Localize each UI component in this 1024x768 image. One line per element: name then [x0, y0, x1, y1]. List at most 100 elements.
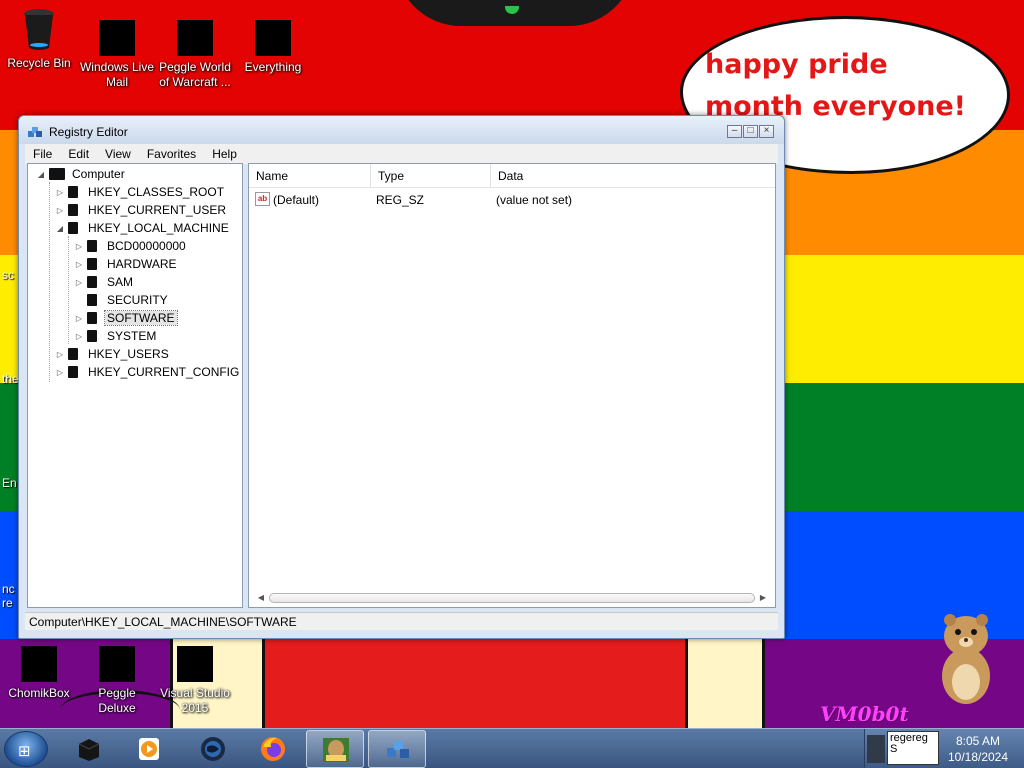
- tree-node-label: HKEY_LOCAL_MACHINE: [88, 221, 229, 235]
- start-button[interactable]: ⊞: [4, 731, 48, 767]
- tree-node-label: SAM: [107, 275, 134, 289]
- maximize-button[interactable]: □: [743, 125, 758, 138]
- folder-icon: [68, 348, 78, 360]
- taskbar-app-button-active[interactable]: [368, 730, 426, 768]
- chomikbox-desktop-icon[interactable]: ChomikBox: [0, 646, 78, 701]
- desktop-icon-label: Windows Live Mail: [79, 60, 155, 89]
- clock[interactable]: 8:05 AM 10/18/2024: [940, 733, 1016, 765]
- desktop-icon-label: Peggle Deluxe: [98, 686, 136, 715]
- taskbar-app-button[interactable]: [244, 730, 302, 768]
- collapse-arrow-icon[interactable]: ▷: [74, 332, 84, 341]
- tree-node-label: Computer: [72, 167, 125, 181]
- column-header-data[interactable]: Data: [491, 164, 775, 188]
- tree-node-bcd[interactable]: ▷ BCD00000000: [74, 237, 188, 255]
- column-header-type[interactable]: Type: [371, 164, 491, 188]
- tree-node-computer[interactable]: ◢ Computer: [36, 165, 127, 183]
- tree-node-hardware[interactable]: ▷ HARDWARE: [74, 255, 179, 273]
- scroll-left-icon[interactable]: ◀: [255, 591, 267, 605]
- tree-node-hkey-classes-root[interactable]: ▷ HKEY_CLASSES_ROOT: [55, 183, 226, 201]
- minimize-button[interactable]: –: [727, 125, 742, 138]
- edge-text: nc: [2, 582, 15, 596]
- registry-editor-window[interactable]: Registry Editor – □ × File Edit View Fav…: [18, 115, 785, 639]
- menu-file[interactable]: File: [25, 144, 60, 164]
- value-data: (value not set): [496, 193, 573, 207]
- desktop-icon-label: Visual Studio 2015: [160, 686, 230, 715]
- tree-node-hkey-current-config[interactable]: ▷ HKEY_CURRENT_CONFIG: [55, 363, 241, 381]
- tree-node-system[interactable]: ▷ SYSTEM: [74, 327, 158, 345]
- title-bar[interactable]: Registry Editor – □ ×: [19, 116, 784, 144]
- desktop-icon-label: Recycle Bin: [7, 56, 71, 70]
- menu-help[interactable]: Help: [204, 144, 245, 164]
- close-button[interactable]: ×: [759, 125, 774, 138]
- tree-node-hkey-current-user[interactable]: ▷ HKEY_CURRENT_USER: [55, 201, 228, 219]
- peggle-wow-desktop-icon[interactable]: Peggle World of Warcraft ...: [156, 20, 234, 90]
- windows-live-mail-desktop-icon[interactable]: Windows Live Mail: [78, 20, 156, 90]
- expand-arrow-icon[interactable]: ◢: [36, 170, 46, 179]
- folder-icon: [68, 222, 78, 234]
- tree-node-software[interactable]: ▷ SOFTWARE: [74, 309, 178, 327]
- key-tree[interactable]: ◢ Computer ▷ HKEY_CLASSES_ROOT ▷ HKEY_CU…: [27, 163, 243, 608]
- folder-icon: [87, 294, 97, 306]
- visual-studio-desktop-icon[interactable]: Visual Studio 2015: [156, 646, 234, 716]
- peggle-deluxe-desktop-icon[interactable]: Peggle Deluxe: [78, 646, 156, 716]
- taskbar-app-button-active[interactable]: [306, 730, 364, 768]
- desktop-icon-label: ChomikBox: [8, 686, 70, 700]
- menu-bar: File Edit View Favorites Help: [25, 144, 778, 164]
- wallpaper-beige-shape-right: [685, 639, 765, 729]
- value-name: (Default): [273, 193, 320, 207]
- menu-favorites[interactable]: Favorites: [139, 144, 204, 164]
- taskbar-app-button[interactable]: [60, 730, 118, 768]
- tree-node-label: SYSTEM: [107, 329, 157, 343]
- taskbar-app-button[interactable]: [120, 730, 178, 768]
- value-type: REG_SZ: [376, 193, 425, 207]
- folder-icon: [87, 240, 97, 252]
- values-list[interactable]: Name Type Data ab (Default) REG_SZ (valu…: [248, 163, 776, 608]
- scrollbar-thumb[interactable]: [269, 593, 755, 603]
- everything-icon: [255, 20, 291, 56]
- status-bar: Computer\HKEY_LOCAL_MACHINE\SOFTWARE: [25, 612, 778, 630]
- taskbar-app-button[interactable]: [184, 730, 242, 768]
- collapse-arrow-icon[interactable]: ▷: [74, 314, 84, 323]
- tree-node-sam[interactable]: ▷ SAM: [74, 273, 135, 291]
- horizontal-scrollbar[interactable]: ◀ ▶: [255, 591, 769, 605]
- collapse-arrow-icon[interactable]: ▷: [55, 368, 65, 377]
- value-row[interactable]: ab (Default) REG_SZ (value not set): [249, 190, 775, 210]
- edge-text: sc: [2, 268, 14, 282]
- column-header-name[interactable]: Name: [249, 164, 371, 188]
- collapse-arrow-icon[interactable]: ▷: [55, 206, 65, 215]
- firefox-icon: [261, 737, 285, 761]
- notification-area: regereg S 8:05 AM 10/18/2024: [864, 729, 1024, 768]
- tree-node-label: SOFTWARE: [104, 310, 178, 326]
- scroll-right-icon[interactable]: ▶: [757, 591, 769, 605]
- tree-node-security[interactable]: SECURITY: [74, 291, 170, 309]
- tray-toggle[interactable]: [867, 735, 885, 763]
- expand-arrow-icon[interactable]: ◢: [55, 224, 65, 233]
- desktop-icon-label: Peggle World of Warcraft ...: [159, 60, 231, 89]
- everything-desktop-icon[interactable]: Everything: [234, 20, 312, 75]
- menu-edit[interactable]: Edit: [60, 144, 97, 164]
- globe-icon: [201, 737, 225, 761]
- recycle-bin-desktop-icon[interactable]: Recycle Bin: [0, 8, 78, 71]
- windows-live-mail-icon: [99, 20, 135, 56]
- registry-editor-icon: [28, 127, 42, 137]
- tree-node-label: HKEY_CURRENT_USER: [88, 203, 227, 217]
- edge-text: the: [2, 372, 19, 386]
- black-box-app-icon: [78, 739, 100, 761]
- collapse-arrow-icon[interactable]: ▷: [74, 260, 84, 269]
- taskbar: ⊞ regereg S 8:05 AM 10/18/2024: [0, 728, 1024, 768]
- tree-node-hkey-local-machine[interactable]: ◢ HKEY_LOCAL_MACHINE: [55, 219, 231, 237]
- collapse-arrow-icon[interactable]: ▷: [74, 278, 84, 287]
- hamster-image: [942, 614, 990, 704]
- computer-icon: [49, 168, 65, 180]
- tray-popup[interactable]: regereg S: [887, 731, 939, 765]
- collapse-arrow-icon[interactable]: ▷: [74, 242, 84, 251]
- peggle-wow-icon: [177, 20, 213, 56]
- collapse-arrow-icon[interactable]: ▷: [55, 188, 65, 197]
- menu-view[interactable]: View: [97, 144, 139, 164]
- edge-text: En: [2, 476, 17, 490]
- collapse-arrow-icon[interactable]: ▷: [55, 350, 65, 359]
- tree-node-hkey-users[interactable]: ▷ HKEY_USERS: [55, 345, 171, 363]
- folder-icon: [68, 186, 78, 198]
- tree-node-label: HKEY_CLASSES_ROOT: [88, 185, 225, 199]
- folder-icon: [87, 330, 97, 342]
